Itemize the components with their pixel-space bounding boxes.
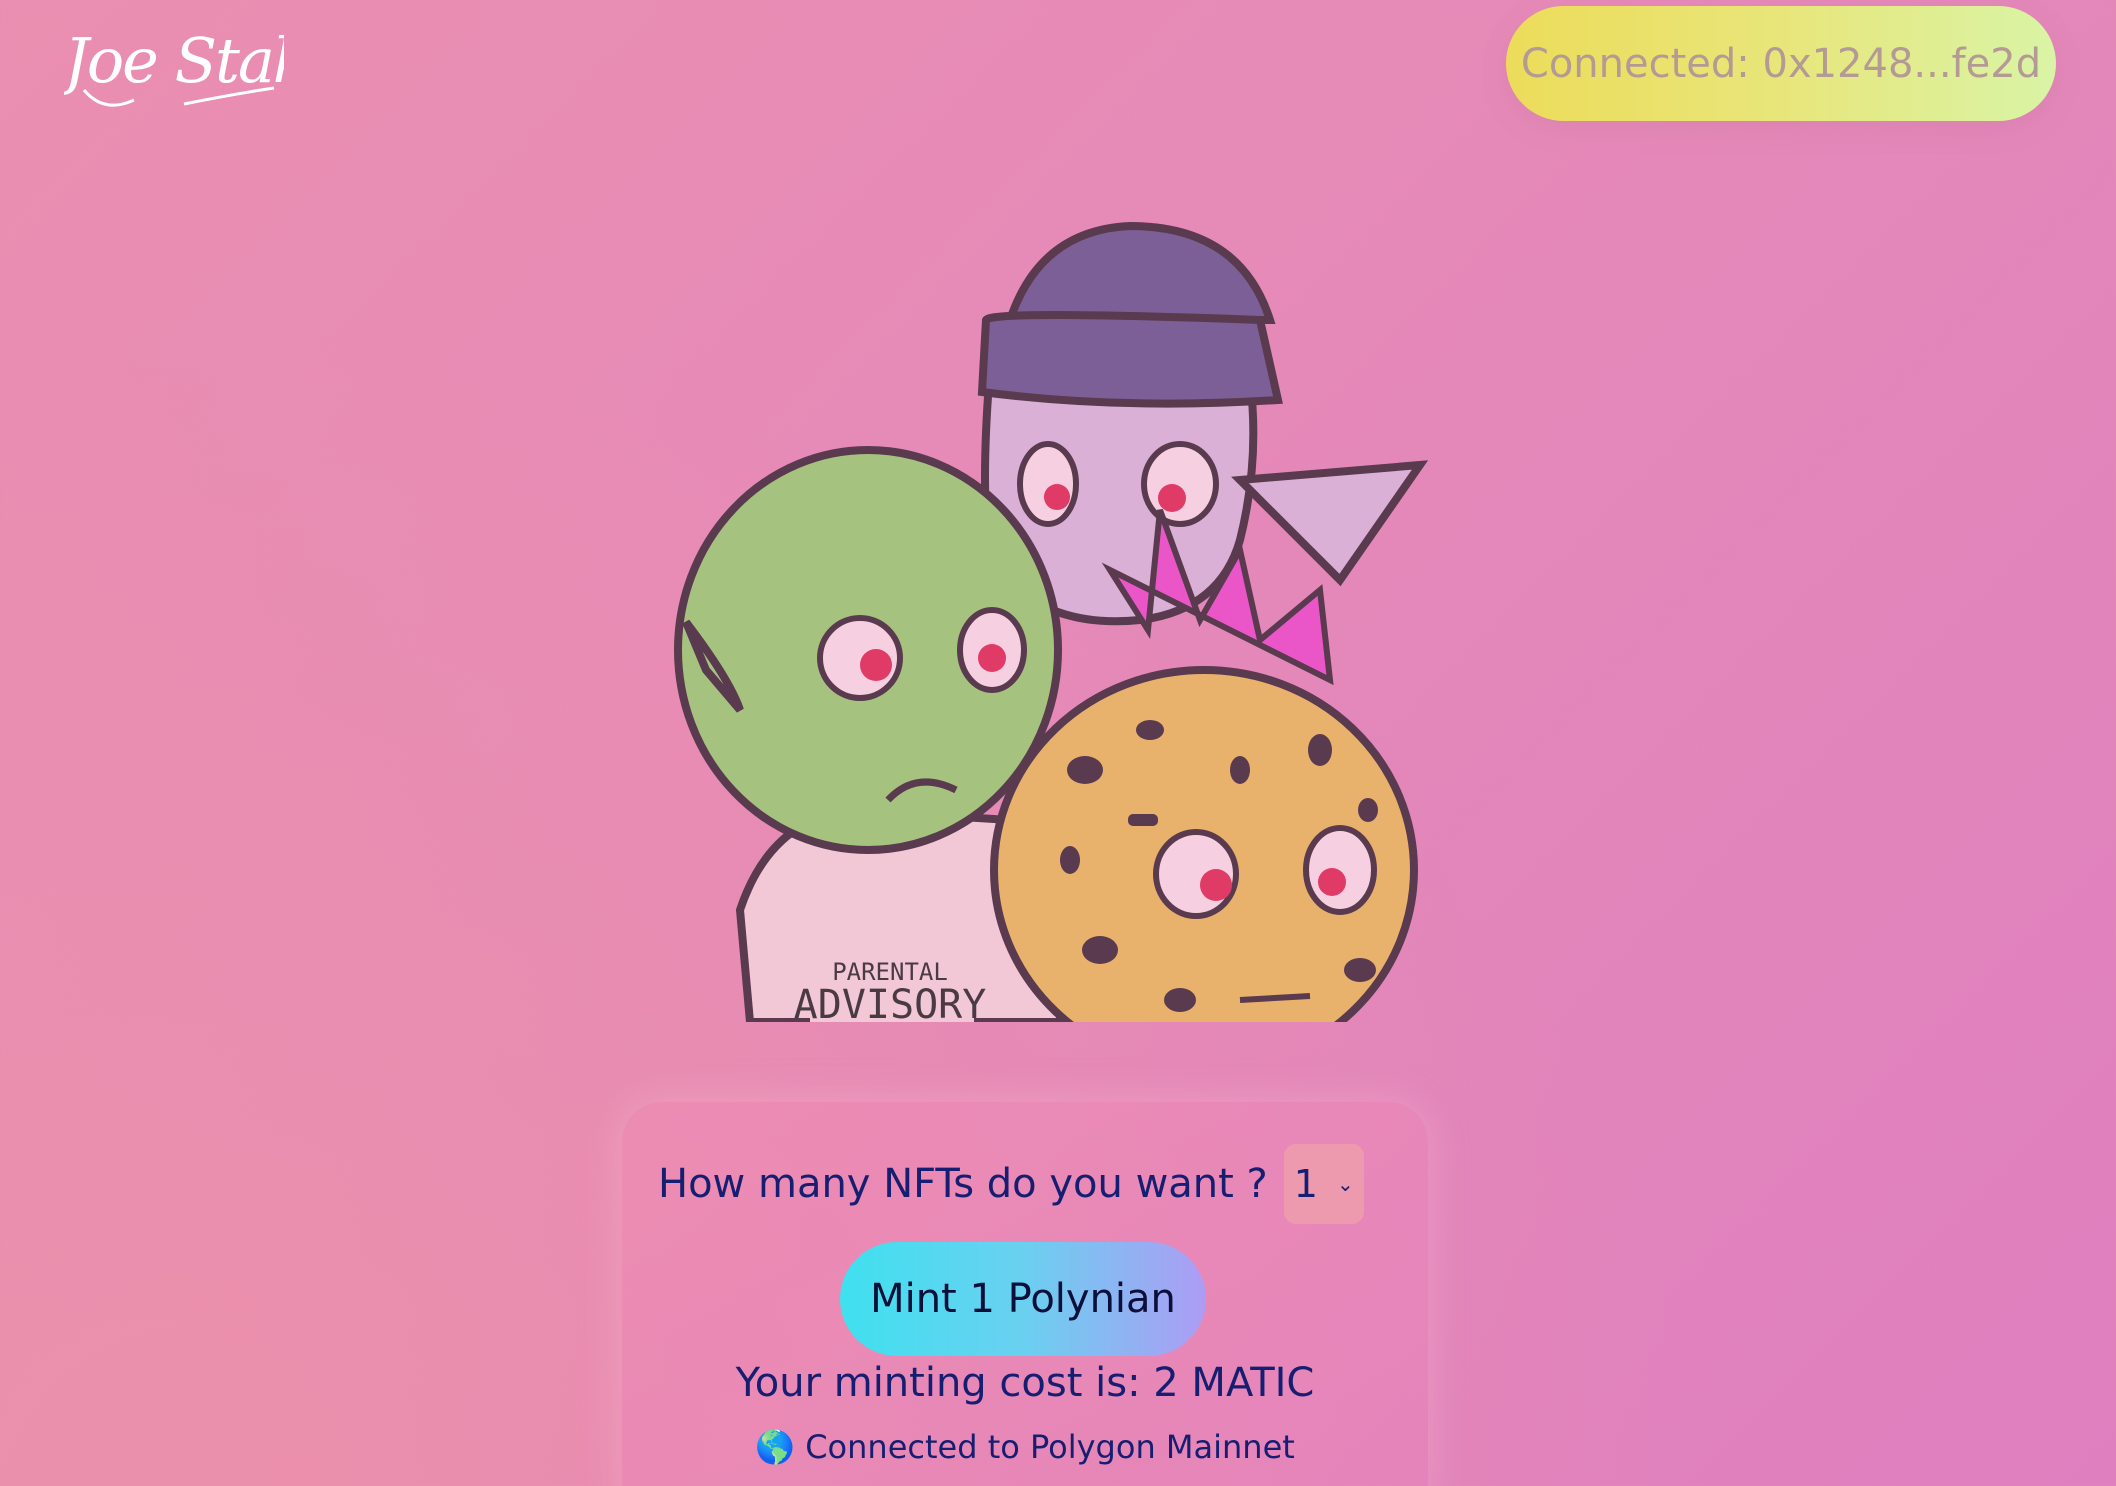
logo-text: Joe Stakey bbox=[64, 24, 284, 97]
quantity-label: How many NFTs do you want ? bbox=[658, 1161, 1268, 1207]
wallet-connected-label: Connected: 0x1248...fe2d bbox=[1520, 40, 2042, 87]
joe-stakey-logo[interactable]: Joe Stakey bbox=[64, 14, 284, 124]
mint-button-label: Mint 1 Polynian bbox=[870, 1276, 1176, 1322]
chevron-down-icon: ⌄ bbox=[1337, 1172, 1354, 1196]
wallet-connected-button[interactable]: Connected: 0x1248...fe2d bbox=[1506, 6, 2056, 121]
shirt-text-line2: ADVISORY bbox=[794, 982, 987, 1022]
quantity-select[interactable]: 1 ⌄ bbox=[1283, 1144, 1364, 1224]
quantity-row: How many NFTs do you want ? 1 ⌄ bbox=[658, 1142, 1398, 1226]
quantity-selected-value: 1 bbox=[1293, 1162, 1318, 1206]
polynian-characters-illustration: PARENTAL ADVISORY bbox=[674, 221, 1429, 1022]
mint-button[interactable]: Mint 1 Polynian bbox=[840, 1242, 1206, 1356]
purple-character bbox=[977, 221, 1429, 626]
minting-cost-text: Your minting cost is: 2 MATIC bbox=[735, 1360, 1315, 1406]
network-status-text: 🌎 Connected to Polygon Mainnet bbox=[755, 1428, 1295, 1466]
